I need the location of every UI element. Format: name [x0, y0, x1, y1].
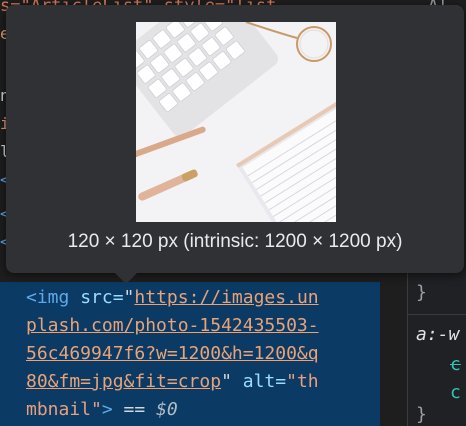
attr-value: mbnail": [26, 399, 102, 420]
attr-value: "th: [286, 371, 319, 392]
code-line[interactable]: <img src="https://images.un: [26, 287, 319, 308]
tag-open: <img: [26, 287, 81, 308]
image-dimensions-caption: 120 × 120 px (intrinsic: 1200 × 1200 px): [67, 231, 403, 252]
src-link[interactable]: plash.com/photo-1542435503-: [26, 315, 319, 336]
code-line[interactable]: 80&fm=jpg&fit=crop" alt="th: [26, 371, 319, 392]
css-selector[interactable]: a:-w: [416, 324, 459, 345]
rule-divider: [408, 314, 466, 315]
rule-close-brace: }: [416, 282, 427, 303]
css-property-overridden[interactable]: c: [450, 354, 461, 375]
attr-name: src=: [80, 287, 124, 308]
attr-name: alt=: [231, 371, 287, 392]
equals-marker: ==: [112, 399, 157, 420]
code-line[interactable]: plash.com/photo-1542435503-: [26, 315, 319, 336]
quote: ": [221, 371, 232, 392]
image-thumbnail: [136, 22, 336, 222]
image-preview-tooltip: 120 × 120 px (intrinsic: 1200 × 1200 px): [6, 5, 464, 273]
console-reference: $0: [156, 399, 178, 420]
code-line[interactable]: 56c469947f6?w=1200&h=1200&q: [26, 343, 319, 364]
code-line[interactable]: mbnail"> == $0: [26, 399, 178, 420]
css-property[interactable]: c: [450, 382, 461, 403]
src-link[interactable]: https://images.un: [134, 287, 318, 308]
quote: ": [123, 287, 135, 308]
src-link[interactable]: 56c469947f6?w=1200&h=1200&q: [26, 343, 319, 364]
tooltip-pointer: [113, 271, 139, 284]
src-link[interactable]: 80&fm=jpg&fit=crop: [26, 371, 221, 392]
tag-close: >: [101, 399, 113, 420]
rule-close-brace: }: [416, 404, 427, 425]
